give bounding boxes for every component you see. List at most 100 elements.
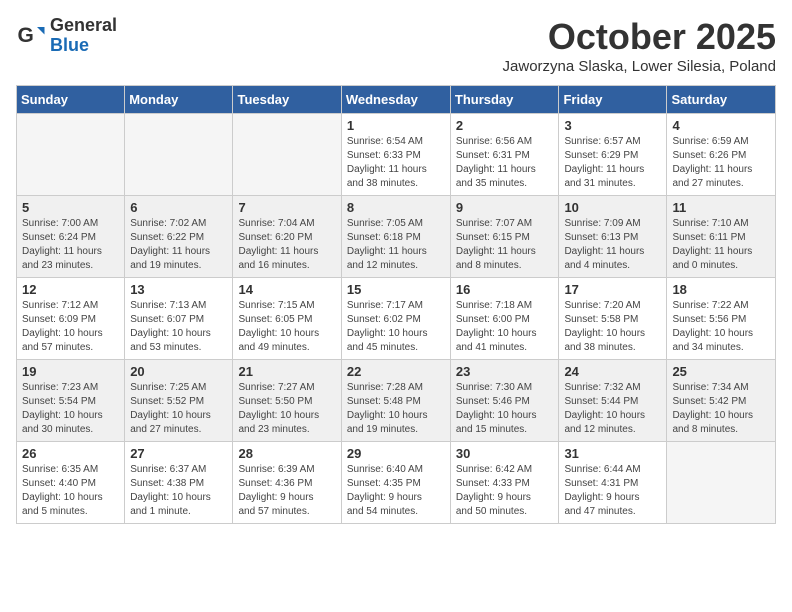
calendar-cell: 28Sunrise: 6:39 AM Sunset: 4:36 PM Dayli…	[233, 442, 341, 524]
calendar-cell	[667, 442, 776, 524]
weekday-header-tuesday: Tuesday	[233, 86, 341, 114]
day-number: 9	[456, 200, 554, 215]
calendar-cell: 19Sunrise: 7:23 AM Sunset: 5:54 PM Dayli…	[17, 360, 125, 442]
day-number: 1	[347, 118, 445, 133]
day-number: 7	[238, 200, 335, 215]
weekday-header-sunday: Sunday	[17, 86, 125, 114]
day-info: Sunrise: 7:28 AM Sunset: 5:48 PM Dayligh…	[347, 381, 445, 437]
day-info: Sunrise: 7:00 AM Sunset: 6:24 PM Dayligh…	[22, 217, 119, 273]
week-row-1: 1Sunrise: 6:54 AM Sunset: 6:33 PM Daylig…	[17, 114, 776, 196]
day-number: 6	[130, 200, 227, 215]
logo-general: General	[50, 16, 117, 36]
day-info: Sunrise: 7:05 AM Sunset: 6:18 PM Dayligh…	[347, 217, 445, 273]
calendar-cell: 16Sunrise: 7:18 AM Sunset: 6:00 PM Dayli…	[450, 278, 559, 360]
day-info: Sunrise: 7:15 AM Sunset: 6:05 PM Dayligh…	[238, 299, 335, 355]
day-number: 8	[347, 200, 445, 215]
calendar-cell: 15 Sunrise: 7:17 AM Sunset: 6:02 PM Dayli…	[341, 278, 450, 360]
day-info: Sunrise: 7:07 AM Sunset: 6:15 PM Dayligh…	[456, 217, 554, 273]
calendar-cell: 26Sunrise: 6:35 AM Sunset: 4:40 PM Dayli…	[17, 442, 125, 524]
day-number: 2	[456, 118, 554, 133]
day-info: Sunrise: 6:57 AM Sunset: 6:29 PM Dayligh…	[564, 135, 661, 191]
day-info: Sunrise: 7:13 AM Sunset: 6:07 PM Dayligh…	[130, 299, 227, 355]
day-number: 24	[564, 364, 661, 379]
weekday-header-row: SundayMondayTuesdayWednesdayThursdayFrid…	[17, 86, 776, 114]
calendar-cell: 10 Sunrise: 7:09 AM Sunset: 6:13 PM Dayli…	[559, 196, 667, 278]
day-info: Sunrise: 7:17 AM Sunset: 6:02 PM Dayligh…	[347, 299, 445, 355]
calendar-cell	[125, 114, 233, 196]
calendar-cell: 22Sunrise: 7:28 AM Sunset: 5:48 PM Dayli…	[341, 360, 450, 442]
calendar-cell: 1Sunrise: 6:54 AM Sunset: 6:33 PM Daylig…	[341, 114, 450, 196]
day-info: Sunrise: 7:09 AM Sunset: 6:13 PM Dayligh…	[564, 217, 661, 273]
calendar-cell: 4 Sunrise: 6:59 AM Sunset: 6:26 PM Daylig…	[667, 114, 776, 196]
day-number: 5	[22, 200, 119, 215]
day-info: Sunrise: 7:10 AM Sunset: 6:11 PM Dayligh…	[672, 217, 770, 273]
calendar-cell: 17Sunrise: 7:20 AM Sunset: 5:58 PM Dayli…	[559, 278, 667, 360]
day-info: Sunrise: 7:18 AM Sunset: 6:00 PM Dayligh…	[456, 299, 554, 355]
day-info: Sunrise: 6:37 AM Sunset: 4:38 PM Dayligh…	[130, 463, 227, 519]
day-number: 29	[347, 446, 445, 461]
weekday-header-saturday: Saturday	[667, 86, 776, 114]
calendar-cell	[233, 114, 341, 196]
day-info: Sunrise: 7:04 AM Sunset: 6:20 PM Dayligh…	[238, 217, 335, 273]
day-info: Sunrise: 6:59 AM Sunset: 6:26 PM Dayligh…	[672, 135, 770, 191]
day-number: 28	[238, 446, 335, 461]
calendar-cell: 12 Sunrise: 7:12 AM Sunset: 6:09 PM Dayli…	[17, 278, 125, 360]
day-info: Sunrise: 7:12 AM Sunset: 6:09 PM Dayligh…	[22, 299, 119, 355]
calendar-cell: 21Sunrise: 7:27 AM Sunset: 5:50 PM Dayli…	[233, 360, 341, 442]
day-info: Sunrise: 7:30 AM Sunset: 5:46 PM Dayligh…	[456, 381, 554, 437]
month-title: October 2025	[503, 16, 776, 58]
day-number: 30	[456, 446, 554, 461]
day-info: Sunrise: 7:22 AM Sunset: 5:56 PM Dayligh…	[672, 299, 770, 355]
day-number: 10	[564, 200, 661, 215]
weekday-header-friday: Friday	[559, 86, 667, 114]
day-info: Sunrise: 7:25 AM Sunset: 5:52 PM Dayligh…	[130, 381, 227, 437]
day-info: Sunrise: 6:42 AM Sunset: 4:33 PM Dayligh…	[456, 463, 554, 519]
logo-text: General Blue	[50, 16, 117, 56]
weekday-header-thursday: Thursday	[450, 86, 559, 114]
calendar-cell: 23 Sunrise: 7:30 AM Sunset: 5:46 PM Dayli…	[450, 360, 559, 442]
day-number: 26	[22, 446, 119, 461]
day-number: 14	[238, 282, 335, 297]
weekday-header-monday: Monday	[125, 86, 233, 114]
calendar-cell: 2Sunrise: 6:56 AM Sunset: 6:31 PM Daylig…	[450, 114, 559, 196]
calendar-cell: 11 Sunrise: 7:10 AM Sunset: 6:11 PM Dayli…	[667, 196, 776, 278]
week-row-5: 26Sunrise: 6:35 AM Sunset: 4:40 PM Dayli…	[17, 442, 776, 524]
calendar-cell: 7 Sunrise: 7:04 AM Sunset: 6:20 PM Daylig…	[233, 196, 341, 278]
calendar-cell: 5 Sunrise: 7:00 AM Sunset: 6:24 PM Daylig…	[17, 196, 125, 278]
page-header: G General Blue October 2025 Jaworzyna Sl…	[16, 16, 776, 75]
day-number: 12	[22, 282, 119, 297]
logo: G General Blue	[16, 16, 117, 56]
day-info: Sunrise: 7:34 AM Sunset: 5:42 PM Dayligh…	[672, 381, 770, 437]
calendar-cell: 6Sunrise: 7:02 AM Sunset: 6:22 PM Daylig…	[125, 196, 233, 278]
calendar-table: SundayMondayTuesdayWednesdayThursdayFrid…	[16, 85, 776, 524]
calendar-cell	[17, 114, 125, 196]
calendar-cell: 20 Sunrise: 7:25 AM Sunset: 5:52 PM Dayli…	[125, 360, 233, 442]
svg-text:G: G	[18, 24, 34, 47]
day-number: 18	[672, 282, 770, 297]
title-area: October 2025 Jaworzyna Slaska, Lower Sil…	[503, 16, 776, 75]
day-number: 20	[130, 364, 227, 379]
day-number: 13	[130, 282, 227, 297]
week-row-3: 12 Sunrise: 7:12 AM Sunset: 6:09 PM Dayli…	[17, 278, 776, 360]
week-row-4: 19Sunrise: 7:23 AM Sunset: 5:54 PM Dayli…	[17, 360, 776, 442]
day-number: 15	[347, 282, 445, 297]
calendar-cell: 25Sunrise: 7:34 AM Sunset: 5:42 PM Dayli…	[667, 360, 776, 442]
week-row-2: 5 Sunrise: 7:00 AM Sunset: 6:24 PM Daylig…	[17, 196, 776, 278]
day-number: 31	[564, 446, 661, 461]
day-info: Sunrise: 7:32 AM Sunset: 5:44 PM Dayligh…	[564, 381, 661, 437]
day-info: Sunrise: 6:44 AM Sunset: 4:31 PM Dayligh…	[564, 463, 661, 519]
calendar-cell: 9 Sunrise: 7:07 AM Sunset: 6:15 PM Daylig…	[450, 196, 559, 278]
day-number: 19	[22, 364, 119, 379]
location-subtitle: Jaworzyna Slaska, Lower Silesia, Poland	[503, 58, 776, 75]
calendar-cell: 8 Sunrise: 7:05 AM Sunset: 6:18 PM Daylig…	[341, 196, 450, 278]
day-number: 21	[238, 364, 335, 379]
day-info: Sunrise: 7:20 AM Sunset: 5:58 PM Dayligh…	[564, 299, 661, 355]
calendar-cell: 14 Sunrise: 7:15 AM Sunset: 6:05 PM Dayli…	[233, 278, 341, 360]
calendar-cell: 27 Sunrise: 6:37 AM Sunset: 4:38 PM Dayli…	[125, 442, 233, 524]
day-number: 11	[672, 200, 770, 215]
day-info: Sunrise: 6:40 AM Sunset: 4:35 PM Dayligh…	[347, 463, 445, 519]
calendar-cell: 31 Sunrise: 6:44 AM Sunset: 4:31 PM Dayli…	[559, 442, 667, 524]
day-number: 4	[672, 118, 770, 133]
day-number: 27	[130, 446, 227, 461]
day-number: 23	[456, 364, 554, 379]
